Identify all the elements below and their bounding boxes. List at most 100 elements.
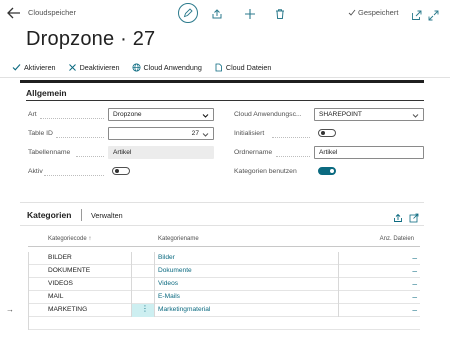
dotted-leader (272, 137, 310, 138)
cell-border (154, 278, 155, 291)
cell-border (131, 304, 132, 317)
table-row[interactable]: BILDER Bilder _ (28, 250, 420, 265)
cell-border (28, 304, 29, 317)
page-title: Dropzone · 27 (26, 28, 156, 50)
column-header-name[interactable]: Kategoriename (158, 236, 199, 242)
cell-border (338, 291, 339, 304)
share-icon (212, 9, 222, 19)
table-name-field: Artikel (108, 146, 214, 159)
cell-border (131, 291, 132, 304)
action-bar: Aktivieren Deaktivieren Cloud Anwendung … (0, 58, 450, 76)
cloud-application-button[interactable]: Cloud Anwendung (132, 63, 202, 72)
category-code-cell[interactable]: VIDEOS (48, 280, 73, 287)
field-label-active: Aktiv (28, 168, 43, 175)
column-header-files[interactable]: Anz. Dateien (380, 236, 414, 242)
category-name-cell[interactable]: Marketingmaterial (158, 306, 210, 313)
categories-bar: Kategorien Verwalten (20, 202, 424, 226)
table-id-value: 27 (191, 130, 199, 137)
table-row[interactable]: MAIL E-Mails _ (28, 289, 420, 304)
header-divider (28, 246, 420, 247)
column-header-code[interactable]: Kategoriecode ↑ (48, 236, 91, 242)
toggle-knob (321, 131, 325, 136)
share-button[interactable] (393, 210, 403, 222)
section-heading-general[interactable]: Allgemein (26, 88, 67, 98)
chevron-down-icon (412, 114, 419, 118)
field-label-folder-name: Ordnername (234, 149, 273, 156)
category-code-cell[interactable]: DOKUMENTE (48, 267, 90, 274)
cloud-files-button[interactable]: Cloud Dateien (214, 63, 271, 72)
cell-border (28, 291, 29, 304)
table-name-value: Artikel (113, 149, 132, 156)
field-label-table-name: Tabellenname (28, 149, 71, 156)
delete-button[interactable] (274, 7, 286, 19)
open-in-new-icon (409, 213, 419, 223)
pencil-icon (183, 8, 193, 18)
category-name-cell[interactable]: Videos (158, 280, 178, 287)
cloud-application-value: SHAREPOINT (319, 111, 362, 118)
file-count-drilldown[interactable]: _ (413, 263, 417, 272)
table-row-selected[interactable]: → MARKETING ⋮ Marketingmaterial _ (6, 302, 420, 317)
field-label-art: Art (28, 111, 37, 118)
activate-label: Aktivieren (24, 62, 56, 72)
category-name-cell[interactable]: Dokumente (158, 267, 192, 274)
new-button[interactable] (244, 7, 256, 19)
breadcrumb[interactable]: Cloudspeicher (28, 8, 76, 17)
cell-border (131, 278, 132, 291)
share-button[interactable] (211, 7, 223, 19)
cell-border (154, 304, 155, 317)
open-new-window-button[interactable] (411, 8, 423, 20)
document-icon (215, 63, 222, 71)
category-code-cell[interactable]: MARKETING (48, 306, 87, 313)
art-select[interactable]: Dropzone (108, 108, 214, 121)
file-count-drilldown[interactable]: _ (413, 302, 417, 311)
back-button[interactable] (6, 6, 22, 20)
more-options-icon[interactable]: ⋮ (141, 304, 149, 313)
use-categories-toggle[interactable] (318, 167, 336, 175)
category-name-cell[interactable]: Bilder (158, 254, 175, 261)
divider (0, 77, 450, 78)
active-toggle[interactable] (112, 167, 130, 175)
cell-border (338, 252, 339, 265)
table-row[interactable]: VIDEOS Videos _ (28, 276, 420, 291)
cell-border (154, 252, 155, 265)
category-name-cell[interactable]: E-Mails (158, 293, 180, 300)
cell-border (338, 265, 339, 278)
toggle-knob (115, 169, 119, 174)
dotted-leader (56, 137, 104, 138)
arrow-left-icon (7, 7, 20, 19)
expand-button[interactable] (428, 8, 440, 21)
share-icon (394, 213, 402, 222)
edit-button[interactable] (178, 3, 198, 23)
cloud-application-select[interactable]: SHAREPOINT (314, 108, 424, 121)
cell-border (28, 317, 29, 330)
initialized-toggle[interactable] (318, 129, 336, 137)
table-id-field[interactable]: 27 (108, 127, 214, 140)
dotted-leader (44, 175, 104, 176)
categories-heading[interactable]: Kategorien (27, 210, 71, 220)
category-code-cell[interactable]: MAIL (48, 293, 63, 300)
globe-icon (132, 63, 141, 71)
open-in-new-button[interactable] (409, 210, 419, 223)
activate-button[interactable]: Aktivieren (12, 63, 56, 72)
art-value: Dropzone (113, 111, 142, 118)
folder-name-field[interactable]: Artikel (314, 146, 424, 159)
manage-button[interactable]: Verwalten (91, 211, 123, 220)
file-count-drilldown[interactable]: _ (413, 289, 417, 298)
cell-border (131, 265, 132, 278)
field-label-table-id: Table ID (28, 130, 53, 137)
expand-icon (428, 10, 439, 21)
dotted-leader (276, 156, 310, 157)
category-code-cell[interactable]: BILDER (48, 254, 72, 261)
x-icon (68, 63, 76, 71)
file-count-drilldown[interactable]: _ (413, 276, 417, 285)
cell-border (338, 304, 339, 317)
table-row-empty[interactable] (28, 317, 420, 330)
table-row[interactable]: DOKUMENTE Dokumente _ (28, 263, 420, 278)
row-actions-cell[interactable]: ⋮ (132, 304, 154, 317)
cell-border (338, 278, 339, 291)
deactivate-button[interactable]: Deaktivieren (68, 63, 120, 72)
cloud-application-label: Cloud Anwendung (143, 62, 202, 72)
cell-border (154, 265, 155, 278)
plus-icon (245, 9, 255, 19)
file-count-drilldown[interactable]: _ (413, 250, 417, 259)
